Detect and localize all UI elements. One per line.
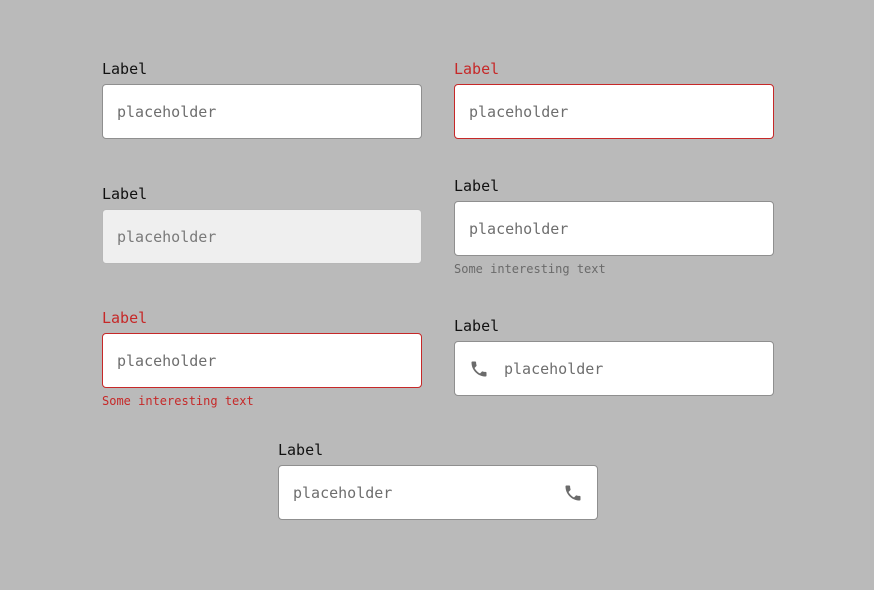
input-box[interactable] — [454, 84, 774, 139]
field-label: Label — [454, 177, 500, 195]
text-input[interactable] — [117, 351, 407, 370]
helper-text: Some interesting text — [454, 262, 606, 276]
field-label: Label — [102, 60, 148, 78]
text-input[interactable] — [117, 102, 407, 121]
text-field-error-with-helper: Label Some interesting text — [102, 309, 422, 408]
phone-input[interactable] — [504, 359, 759, 378]
input-box[interactable] — [102, 333, 422, 388]
phone-icon — [563, 483, 583, 503]
text-field-error: Label — [454, 60, 774, 139]
input-box[interactable] — [102, 84, 422, 139]
text-input[interactable] — [469, 219, 759, 238]
field-label: Label — [278, 441, 324, 459]
text-field-default: Label — [102, 60, 422, 139]
field-label: Label — [454, 317, 500, 335]
phone-icon — [469, 359, 489, 379]
error-text: Some interesting text — [102, 394, 254, 408]
input-box[interactable] — [454, 201, 774, 256]
text-field-with-helper: Label Some interesting text — [454, 177, 774, 276]
field-label: Label — [454, 60, 500, 78]
text-field-trailing-icon: Label — [278, 441, 598, 520]
field-label: Label — [102, 185, 148, 203]
phone-input[interactable] — [293, 483, 551, 502]
input-box[interactable] — [278, 465, 598, 520]
text-input[interactable] — [469, 102, 759, 121]
text-field-disabled: Label — [102, 185, 422, 264]
text-input — [117, 227, 407, 246]
input-box — [102, 209, 422, 264]
field-label: Label — [102, 309, 148, 327]
text-field-leading-icon: Label — [454, 317, 774, 396]
input-box[interactable] — [454, 341, 774, 396]
